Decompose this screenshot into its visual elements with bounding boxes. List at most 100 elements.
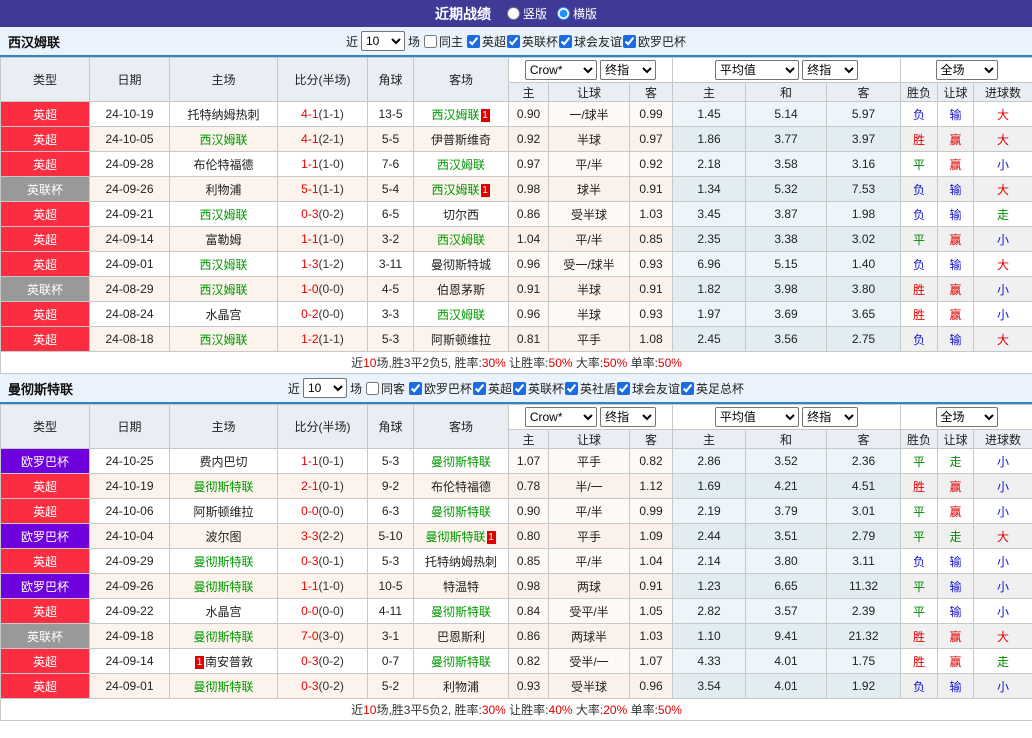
handicap-odds-cell: 半球 xyxy=(549,127,630,152)
handicap-odds-cell: 0.98 xyxy=(509,574,549,599)
col-header-type: 类型 xyxy=(1,58,90,102)
sub-header-handicap: 让球 xyxy=(549,83,630,102)
avg-odds-cell: 3.80 xyxy=(827,277,901,302)
same-venue-checkbox[interactable]: 同客 xyxy=(365,380,405,397)
league-checkbox-input[interactable] xyxy=(467,35,480,48)
league-checkbox-input[interactable] xyxy=(473,382,486,395)
scope-select[interactable]: 全场 xyxy=(936,407,998,427)
avg-source-select[interactable]: 平均值 xyxy=(715,60,799,80)
scope-header: 全场 xyxy=(901,405,1032,430)
same-venue-checkbox-input[interactable] xyxy=(366,382,379,395)
result-flag-cell: 走 xyxy=(974,202,1032,227)
odds-stage-select[interactable]: 终指 xyxy=(600,60,656,80)
league-filter-checkbox[interactable]: 英超 xyxy=(466,33,506,50)
result-flag-cell: 负 xyxy=(901,327,938,352)
recent-count-select[interactable]: 10 xyxy=(303,378,347,398)
home-team-name: 利物浦 xyxy=(205,183,241,197)
avg-source-select[interactable]: 平均值 xyxy=(715,407,799,427)
avg-odds-cell: 2.82 xyxy=(673,599,746,624)
league-checkbox-input[interactable] xyxy=(681,382,694,395)
league-badge: 英超 xyxy=(1,599,90,624)
result-flag-cell: 平 xyxy=(901,599,938,624)
avg-odds-cell: 5.32 xyxy=(746,177,827,202)
fulltime-score: 0-3 xyxy=(301,207,318,221)
league-checkbox-input[interactable] xyxy=(409,382,422,395)
handicap-odds-cell: 受半球 xyxy=(549,202,630,227)
league-filter-checkbox[interactable]: 球会友谊 xyxy=(616,380,680,397)
league-checkbox-input[interactable] xyxy=(507,35,520,48)
recent-count-select[interactable]: 10 xyxy=(361,31,405,51)
same-venue-checkbox-input[interactable] xyxy=(424,35,437,48)
league-filter-checkbox[interactable]: 英超 xyxy=(472,380,512,397)
away-team-cell: 曼彻斯特联 xyxy=(414,649,509,674)
halftime-score: (0-2) xyxy=(319,654,344,668)
handicap-odds-cell: 0.81 xyxy=(509,327,549,352)
summary-text: 10 xyxy=(363,356,376,370)
away-team-cell: 曼彻斯特联 xyxy=(414,449,509,474)
home-team-cell: 水晶宫 xyxy=(170,599,278,624)
odds-book-select[interactable]: Crow* xyxy=(525,60,597,80)
odds-book-select[interactable]: Crow* xyxy=(525,407,597,427)
league-filter-checkbox[interactable]: 欧罗巴杯 xyxy=(622,33,686,50)
fulltime-score: 0-3 xyxy=(301,554,318,568)
sub-header-avg-draw: 和 xyxy=(746,83,827,102)
away-team-cell: 巴恩斯利 xyxy=(414,624,509,649)
avg-odds-cell: 5.97 xyxy=(827,102,901,127)
match-date: 24-09-01 xyxy=(90,674,170,699)
games-label: 场 xyxy=(408,33,420,50)
fulltime-score: 1-2 xyxy=(301,332,318,346)
league-filter-checkbox[interactable]: 英联杯 xyxy=(506,33,558,50)
league-filter-checkbox[interactable]: 英联杯 xyxy=(512,380,564,397)
league-filter-checkbox[interactable]: 欧罗巴杯 xyxy=(408,380,472,397)
same-venue-checkbox[interactable]: 同主 xyxy=(423,33,463,50)
handicap-odds-cell: 1.03 xyxy=(630,624,673,649)
result-flag-cell: 赢 xyxy=(938,227,974,252)
away-team-cell: 伊普斯维奇 xyxy=(414,127,509,152)
league-filter-checkbox[interactable]: 英足总杯 xyxy=(680,380,744,397)
avg-odds-cell: 3.69 xyxy=(746,302,827,327)
avg-odds-cell: 2.19 xyxy=(673,499,746,524)
avg-odds-cell: 2.36 xyxy=(827,449,901,474)
league-checkbox-input[interactable] xyxy=(617,382,630,395)
league-filter-label: 英联杯 xyxy=(528,380,564,397)
result-flag-cell: 大 xyxy=(974,624,1032,649)
league-checkbox-input[interactable] xyxy=(623,35,636,48)
fulltime-score: 4-1 xyxy=(301,132,318,146)
away-team-cell: 西汉姆联1 xyxy=(414,102,509,127)
layout-vertical-option[interactable]: 竖版 xyxy=(507,5,547,22)
handicap-odds-cell: 0.91 xyxy=(630,177,673,202)
match-date: 24-09-29 xyxy=(90,549,170,574)
avg-odds-cell: 1.40 xyxy=(827,252,901,277)
result-flag-cell: 平 xyxy=(901,152,938,177)
away-team-cell: 利物浦 xyxy=(414,674,509,699)
handicap-odds-cell: 半球 xyxy=(549,302,630,327)
layout-horizontal-option[interactable]: 横版 xyxy=(557,5,597,22)
league-checkbox-input[interactable] xyxy=(565,382,578,395)
horizontal-radio-input[interactable] xyxy=(557,7,570,20)
league-badge: 欧罗巴杯 xyxy=(1,574,90,599)
odds-stage-select[interactable]: 终指 xyxy=(600,407,656,427)
summary-text: 40% xyxy=(549,703,573,717)
match-row: 英超24-09-22水晶宫0-0(0-0)4-11曼彻斯特联0.84受平/半1.… xyxy=(1,599,1032,624)
handicap-odds-cell: 1.07 xyxy=(630,649,673,674)
scope-select[interactable]: 全场 xyxy=(936,60,998,80)
avg-stage-select[interactable]: 终指 xyxy=(802,60,858,80)
avg-stage-select[interactable]: 终指 xyxy=(802,407,858,427)
home-team-cell: 西汉姆联 xyxy=(170,202,278,227)
away-team-name: 曼彻斯特联 xyxy=(431,655,491,669)
vertical-radio-input[interactable] xyxy=(507,7,520,20)
handicap-odds-cell: 平手 xyxy=(549,524,630,549)
league-checkbox-input[interactable] xyxy=(559,35,572,48)
league-badge: 英联杯 xyxy=(1,624,90,649)
fulltime-score: 1-1 xyxy=(301,579,318,593)
league-filter-label: 英超 xyxy=(488,380,512,397)
home-team-cell: 曼彻斯特联 xyxy=(170,674,278,699)
home-team-cell: 水晶宫 xyxy=(170,302,278,327)
halftime-score: (1-1) xyxy=(319,107,344,121)
result-flag-cell: 负 xyxy=(901,674,938,699)
league-badge: 英联杯 xyxy=(1,277,90,302)
away-team-cell: 西汉姆联 xyxy=(414,302,509,327)
league-filter-checkbox[interactable]: 球会友谊 xyxy=(558,33,622,50)
league-filter-checkbox[interactable]: 英社盾 xyxy=(564,380,616,397)
league-checkbox-input[interactable] xyxy=(513,382,526,395)
